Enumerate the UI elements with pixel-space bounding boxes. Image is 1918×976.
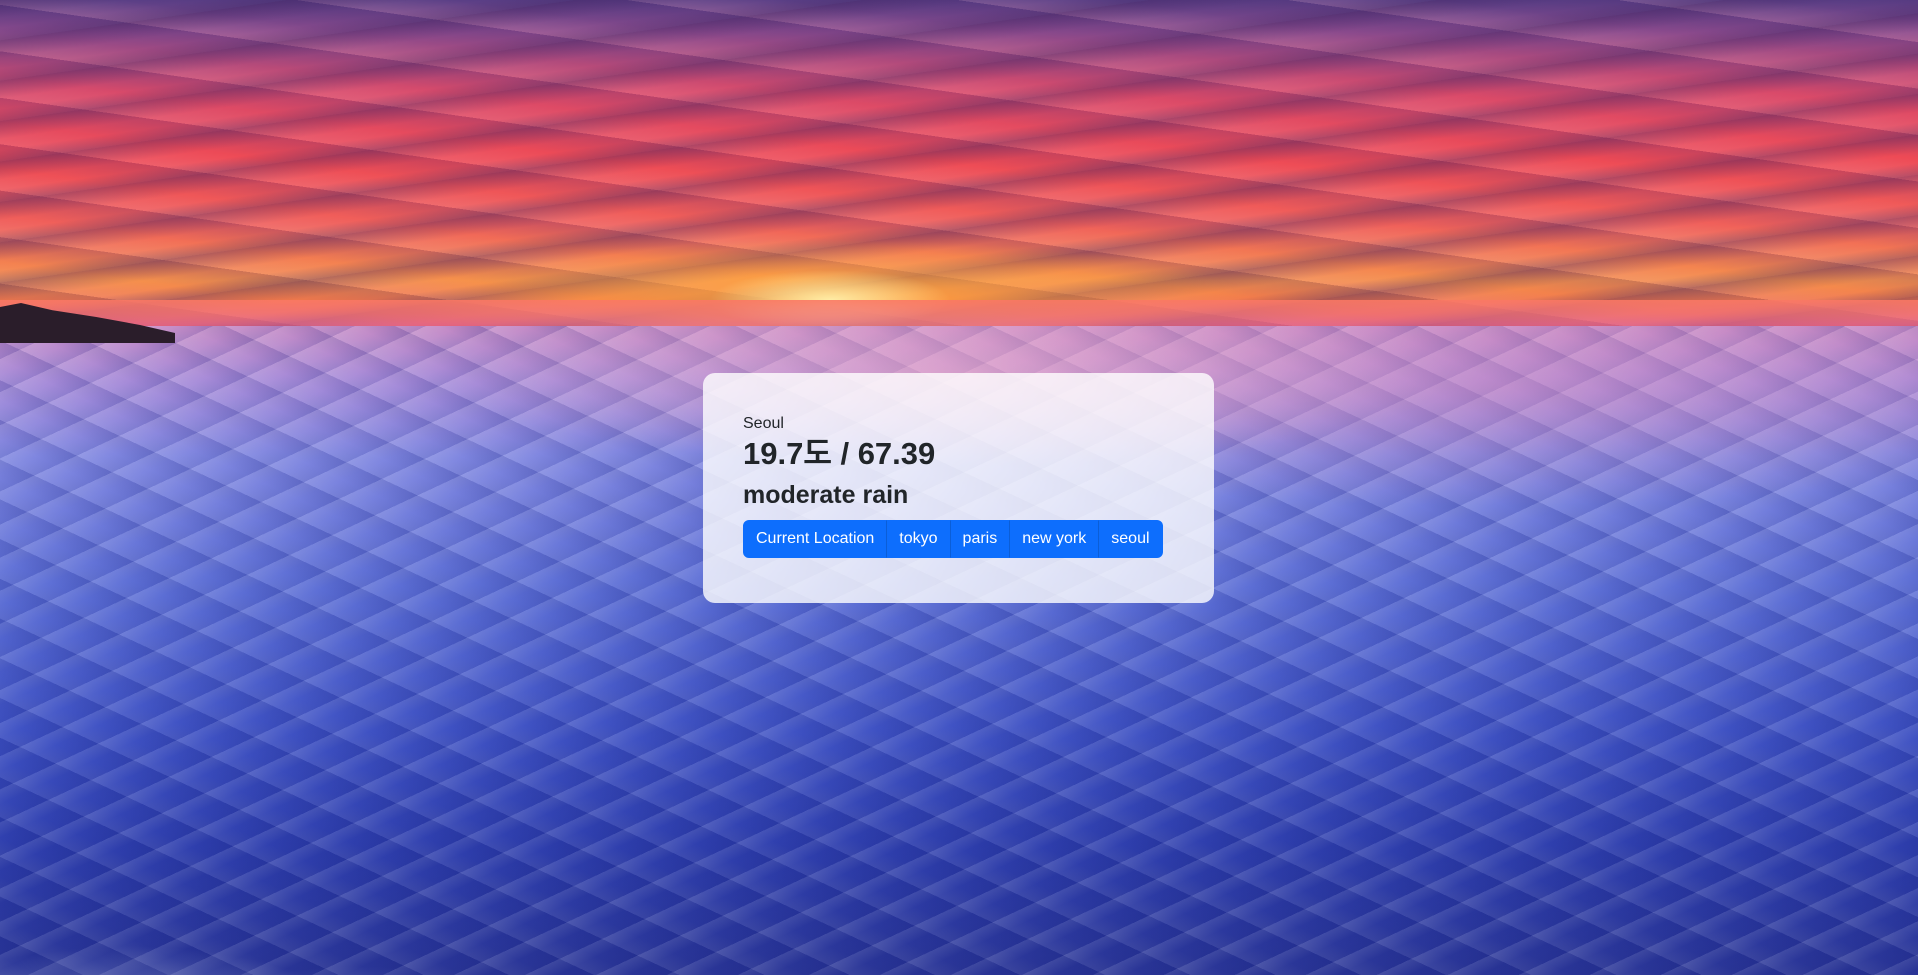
weather-card: Seoul 19.7도 / 67.39 moderate rain Curren… [703, 373, 1214, 603]
seoul-button[interactable]: seoul [1098, 520, 1163, 559]
city-button-group: Current Location tokyo paris new york se… [743, 520, 1174, 559]
current-location-button[interactable]: Current Location [743, 520, 888, 559]
sunset-sky-background [0, 0, 1918, 330]
weather-description: moderate rain [743, 481, 909, 510]
paris-button[interactable]: paris [949, 520, 1011, 559]
weather-app-page: Seoul 19.7도 / 67.39 moderate rain Curren… [0, 0, 1918, 976]
temperature-reading: 19.7도 / 67.39 [743, 436, 936, 472]
city-name: Seoul [743, 415, 784, 432]
new-york-button[interactable]: new york [1009, 520, 1100, 559]
tokyo-button[interactable]: tokyo [886, 520, 951, 559]
